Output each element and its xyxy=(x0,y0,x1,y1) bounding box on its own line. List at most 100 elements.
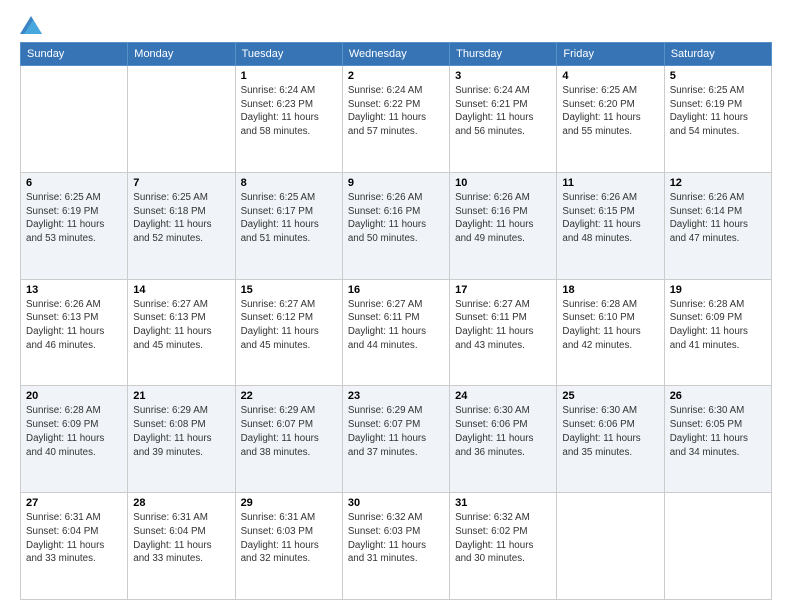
day-info: Sunrise: 6:27 AMSunset: 6:11 PMDaylight:… xyxy=(455,298,551,353)
day-number: 23 xyxy=(348,390,444,402)
day-number: 17 xyxy=(455,284,551,296)
day-number: 26 xyxy=(670,390,766,402)
calendar-cell: 25Sunrise: 6:30 AMSunset: 6:06 PMDayligh… xyxy=(557,386,664,493)
calendar-cell: 31 Sunrise: 6:32 AMSunset: 6:02 PMDayligh… xyxy=(450,493,557,600)
header-tuesday: Tuesday xyxy=(235,43,342,66)
calendar-cell: 9 Sunrise: 6:26 AMSunset: 6:16 PMDaylight… xyxy=(342,172,449,279)
logo xyxy=(20,16,42,32)
day-info: Sunrise: 6:25 AMSunset: 6:17 PMDaylight:… xyxy=(241,191,337,246)
calendar-cell: 7 Sunrise: 6:25 AMSunset: 6:18 PMDaylight… xyxy=(128,172,235,279)
calendar-cell: 2 Sunrise: 6:24 AMSunset: 6:22 PMDaylight… xyxy=(342,66,449,173)
day-info: Sunrise: 6:28 AMSunset: 6:09 PMDaylight:… xyxy=(670,298,766,353)
day-info: Sunrise: 6:24 AMSunset: 6:22 PMDaylight:… xyxy=(348,84,444,139)
day-number: 21 xyxy=(133,390,229,402)
day-number: 8 xyxy=(241,177,337,189)
day-info: Sunrise: 6:28 AMSunset: 6:10 PMDaylight:… xyxy=(562,298,658,353)
day-number: 19 xyxy=(670,284,766,296)
day-number: 6 xyxy=(26,177,122,189)
day-info: Sunrise: 6:25 AMSunset: 6:19 PMDaylight:… xyxy=(26,191,122,246)
header-thursday: Thursday xyxy=(450,43,557,66)
calendar-cell: 3Sunrise: 6:24 AMSunset: 6:21 PMDaylight… xyxy=(450,66,557,173)
day-number: 15 xyxy=(241,284,337,296)
calendar-table: SundayMondayTuesdayWednesdayThursdayFrid… xyxy=(20,42,772,600)
day-info: Sunrise: 6:29 AMSunset: 6:07 PMDaylight:… xyxy=(348,404,444,459)
day-number: 24 xyxy=(455,390,551,402)
day-number: 4 xyxy=(562,70,658,82)
calendar-cell: 8 Sunrise: 6:25 AMSunset: 6:17 PMDaylight… xyxy=(235,172,342,279)
calendar-cell xyxy=(21,66,128,173)
day-info: Sunrise: 6:27 AMSunset: 6:12 PMDaylight:… xyxy=(241,298,337,353)
day-number: 31 xyxy=(455,497,551,509)
day-number: 14 xyxy=(133,284,229,296)
day-info: Sunrise: 6:30 AMSunset: 6:06 PMDaylight:… xyxy=(455,404,551,459)
week-row-1: 1 Sunrise: 6:24 AMSunset: 6:23 PMDaylight… xyxy=(21,66,772,173)
day-info: Sunrise: 6:26 AMSunset: 6:13 PMDaylight:… xyxy=(26,298,122,353)
day-info: Sunrise: 6:26 AMSunset: 6:16 PMDaylight:… xyxy=(348,191,444,246)
day-info: Sunrise: 6:28 AMSunset: 6:09 PMDaylight:… xyxy=(26,404,122,459)
calendar-cell: 6 Sunrise: 6:25 AMSunset: 6:19 PMDaylight… xyxy=(21,172,128,279)
day-number: 11 xyxy=(562,177,658,189)
day-info: Sunrise: 6:27 AMSunset: 6:13 PMDaylight:… xyxy=(133,298,229,353)
day-number: 5 xyxy=(670,70,766,82)
day-number: 7 xyxy=(133,177,229,189)
calendar-cell: 18 Sunrise: 6:28 AMSunset: 6:10 PMDayligh… xyxy=(557,279,664,386)
day-info: Sunrise: 6:32 AMSunset: 6:02 PMDaylight:… xyxy=(455,511,551,566)
day-info: Sunrise: 6:29 AMSunset: 6:08 PMDaylight:… xyxy=(133,404,229,459)
day-info: Sunrise: 6:31 AMSunset: 6:04 PMDaylight:… xyxy=(133,511,229,566)
day-info: Sunrise: 6:26 AMSunset: 6:15 PMDaylight:… xyxy=(562,191,658,246)
day-number: 1 xyxy=(241,70,337,82)
day-info: Sunrise: 6:26 AMSunset: 6:14 PMDaylight:… xyxy=(670,191,766,246)
day-number: 27 xyxy=(26,497,122,509)
day-number: 10 xyxy=(455,177,551,189)
day-number: 9 xyxy=(348,177,444,189)
logo-text xyxy=(20,16,42,34)
calendar-cell: 27Sunrise: 6:31 AMSunset: 6:04 PMDayligh… xyxy=(21,493,128,600)
calendar-cell: 23 Sunrise: 6:29 AMSunset: 6:07 PMDayligh… xyxy=(342,386,449,493)
day-number: 28 xyxy=(133,497,229,509)
header xyxy=(20,16,772,32)
day-number: 30 xyxy=(348,497,444,509)
day-info: Sunrise: 6:30 AMSunset: 6:05 PMDaylight:… xyxy=(670,404,766,459)
day-number: 16 xyxy=(348,284,444,296)
header-monday: Monday xyxy=(128,43,235,66)
day-info: Sunrise: 6:25 AMSunset: 6:18 PMDaylight:… xyxy=(133,191,229,246)
calendar-cell: 16 Sunrise: 6:27 AMSunset: 6:11 PMDayligh… xyxy=(342,279,449,386)
day-number: 18 xyxy=(562,284,658,296)
calendar-cell: 22Sunrise: 6:29 AMSunset: 6:07 PMDayligh… xyxy=(235,386,342,493)
day-number: 29 xyxy=(241,497,337,509)
header-friday: Friday xyxy=(557,43,664,66)
header-wednesday: Wednesday xyxy=(342,43,449,66)
calendar-cell: 29 Sunrise: 6:31 AMSunset: 6:03 PMDayligh… xyxy=(235,493,342,600)
day-info: Sunrise: 6:26 AMSunset: 6:16 PMDaylight:… xyxy=(455,191,551,246)
calendar-cell: 14 Sunrise: 6:27 AMSunset: 6:13 PMDayligh… xyxy=(128,279,235,386)
calendar-cell: 4 Sunrise: 6:25 AMSunset: 6:20 PMDaylight… xyxy=(557,66,664,173)
calendar-cell: 21 Sunrise: 6:29 AMSunset: 6:08 PMDayligh… xyxy=(128,386,235,493)
calendar-cell: 24 Sunrise: 6:30 AMSunset: 6:06 PMDayligh… xyxy=(450,386,557,493)
calendar-cell: 17 Sunrise: 6:27 AMSunset: 6:11 PMDayligh… xyxy=(450,279,557,386)
day-info: Sunrise: 6:25 AMSunset: 6:19 PMDaylight:… xyxy=(670,84,766,139)
calendar-cell: 5 Sunrise: 6:25 AMSunset: 6:19 PMDaylight… xyxy=(664,66,771,173)
day-number: 12 xyxy=(670,177,766,189)
day-info: Sunrise: 6:27 AMSunset: 6:11 PMDaylight:… xyxy=(348,298,444,353)
day-info: Sunrise: 6:25 AMSunset: 6:20 PMDaylight:… xyxy=(562,84,658,139)
day-info: Sunrise: 6:31 AMSunset: 6:03 PMDaylight:… xyxy=(241,511,337,566)
calendar-cell: 26 Sunrise: 6:30 AMSunset: 6:05 PMDayligh… xyxy=(664,386,771,493)
day-info: Sunrise: 6:32 AMSunset: 6:03 PMDaylight:… xyxy=(348,511,444,566)
week-row-3: 13 Sunrise: 6:26 AMSunset: 6:13 PMDayligh… xyxy=(21,279,772,386)
calendar-cell: 28 Sunrise: 6:31 AMSunset: 6:04 PMDayligh… xyxy=(128,493,235,600)
day-info: Sunrise: 6:30 AMSunset: 6:06 PMDaylight:… xyxy=(562,404,658,459)
calendar-cell: 10 Sunrise: 6:26 AMSunset: 6:16 PMDayligh… xyxy=(450,172,557,279)
header-sunday: Sunday xyxy=(21,43,128,66)
calendar-cell: 1 Sunrise: 6:24 AMSunset: 6:23 PMDaylight… xyxy=(235,66,342,173)
header-saturday: Saturday xyxy=(664,43,771,66)
day-info: Sunrise: 6:24 AMSunset: 6:23 PMDaylight:… xyxy=(241,84,337,139)
logo-icon xyxy=(20,16,42,34)
week-row-4: 20Sunrise: 6:28 AMSunset: 6:09 PMDayligh… xyxy=(21,386,772,493)
day-number: 2 xyxy=(348,70,444,82)
calendar-cell xyxy=(664,493,771,600)
day-number: 13 xyxy=(26,284,122,296)
day-info: Sunrise: 6:24 AMSunset: 6:21 PMDaylight:… xyxy=(455,84,551,139)
week-row-5: 27 Sunrise: 6:31 AMSunset: 6:04 PMDayligh… xyxy=(21,493,772,600)
calendar-cell: 15 Sunrise: 6:27 AMSunset: 6:12 PMDayligh… xyxy=(235,279,342,386)
calendar-header-row: SundayMondayTuesdayWednesdayThursdayFrid… xyxy=(21,43,772,66)
